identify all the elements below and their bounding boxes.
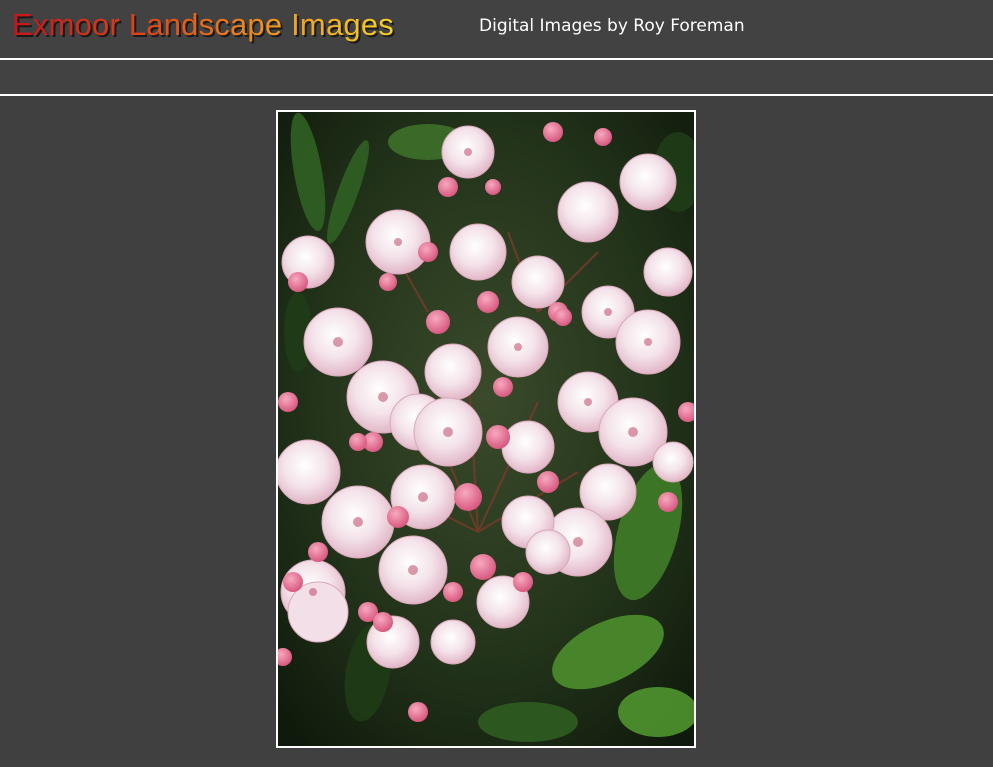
photo-frame [276,110,696,748]
nav-bar [0,60,993,96]
site-subtitle: Digital Images by Roy Foreman [479,16,745,36]
site-title[interactable]: Exmoor Landscape Images [12,7,394,43]
flower-photo[interactable] [278,112,694,746]
page-header: Exmoor Landscape Images Exmoor Landscape… [0,0,993,60]
